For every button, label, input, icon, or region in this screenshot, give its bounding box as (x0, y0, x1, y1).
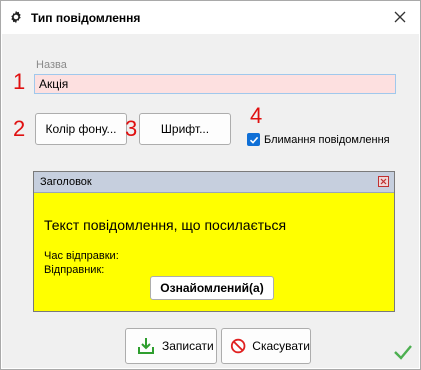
name-label: Назва (36, 59, 67, 71)
preview-header-title: Заголовок (40, 176, 92, 188)
annotation-number-4: 4 (250, 103, 263, 128)
dialog-window: Тип повідомлення 1 Назва 2 Колір фону...… (0, 0, 421, 370)
close-icon[interactable] (378, 176, 389, 187)
save-button[interactable]: Записати (125, 328, 217, 364)
annotation-number-3: 3 (125, 116, 138, 141)
blink-label: Блимання повідомлення (264, 133, 390, 146)
save-button-label: Записати (162, 339, 214, 353)
window-title: Тип повідомлення (31, 11, 141, 25)
preview-time-label: Час відправки: (44, 250, 119, 262)
acknowledged-button[interactable]: Ознайомлений(а) (150, 276, 274, 300)
checkmark-icon (249, 136, 258, 144)
save-icon (138, 338, 154, 354)
checkmark-icon (394, 345, 412, 360)
cancel-button-label: Скасувати (252, 339, 310, 353)
annotation-number-1: 1 (13, 69, 26, 94)
blink-checkbox[interactable] (247, 133, 260, 146)
name-input[interactable] (34, 74, 396, 94)
blink-checkbox-row[interactable]: Блимання повідомлення (247, 133, 390, 146)
font-button[interactable]: Шрифт... (139, 113, 231, 145)
close-icon[interactable] (392, 9, 408, 25)
title-bar: Тип повідомлення (1, 1, 420, 34)
background-color-button[interactable]: Колір фону... (35, 113, 127, 145)
preview-message-text: Текст повідомлення, що посилається (44, 217, 287, 233)
annotation-number-2: 2 (13, 116, 26, 141)
preview-sender-label: Відправник: (44, 264, 105, 276)
gear-icon (11, 10, 21, 24)
message-preview: Заголовок Текст повідомлення, що посилає… (33, 171, 395, 312)
cancel-icon (230, 338, 246, 354)
cancel-button[interactable]: Скасувати (221, 328, 311, 364)
preview-header: Заголовок (34, 172, 394, 193)
